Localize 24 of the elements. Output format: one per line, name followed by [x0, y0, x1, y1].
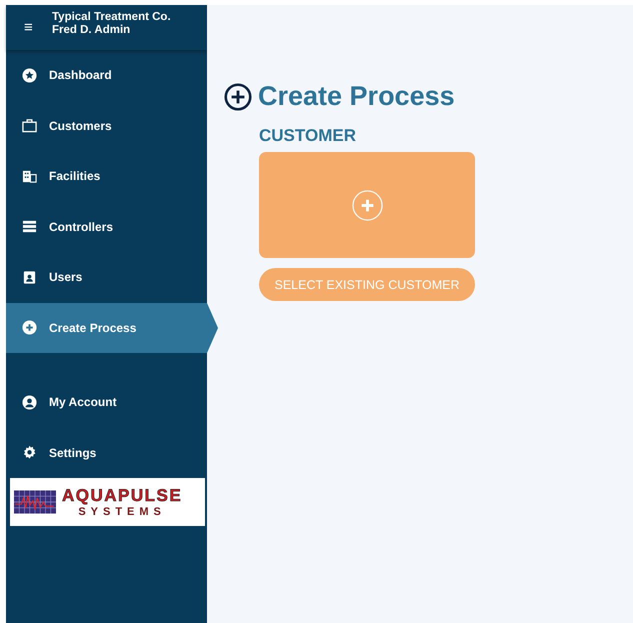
add-icon	[352, 190, 382, 220]
section-heading: CUSTOMER	[259, 126, 357, 146]
nav-item[interactable]: My Account	[6, 377, 207, 428]
logo-name: AQUAPULSE	[62, 486, 182, 504]
user-name: Fred D. Admin	[52, 24, 132, 36]
nav-item[interactable]: Users	[6, 252, 207, 302]
list-icon	[22, 219, 37, 234]
page-title: Create Process	[258, 81, 455, 112]
badge-icon	[22, 270, 37, 285]
bag-icon	[22, 118, 37, 134]
nav-item[interactable]: Settings	[6, 428, 207, 478]
nav-item[interactable]: Facilities	[6, 151, 207, 202]
plus-icon	[22, 320, 37, 336]
user-icon	[22, 394, 37, 410]
nav-item[interactable]: Customers	[6, 100, 207, 151]
building-icon	[22, 168, 37, 184]
add-circle-icon	[224, 82, 252, 110]
menu-icon[interactable]: ≡	[24, 19, 48, 36]
nav-item[interactable]: Dashboard	[6, 50, 207, 100]
add-customer-card[interactable]	[259, 152, 475, 258]
company-name: Typical Treatment Co.	[52, 10, 171, 24]
gear-icon	[22, 445, 37, 460]
logo-tagline: SYSTEMS	[78, 506, 166, 518]
nav-item[interactable]: Controllers	[6, 202, 207, 252]
